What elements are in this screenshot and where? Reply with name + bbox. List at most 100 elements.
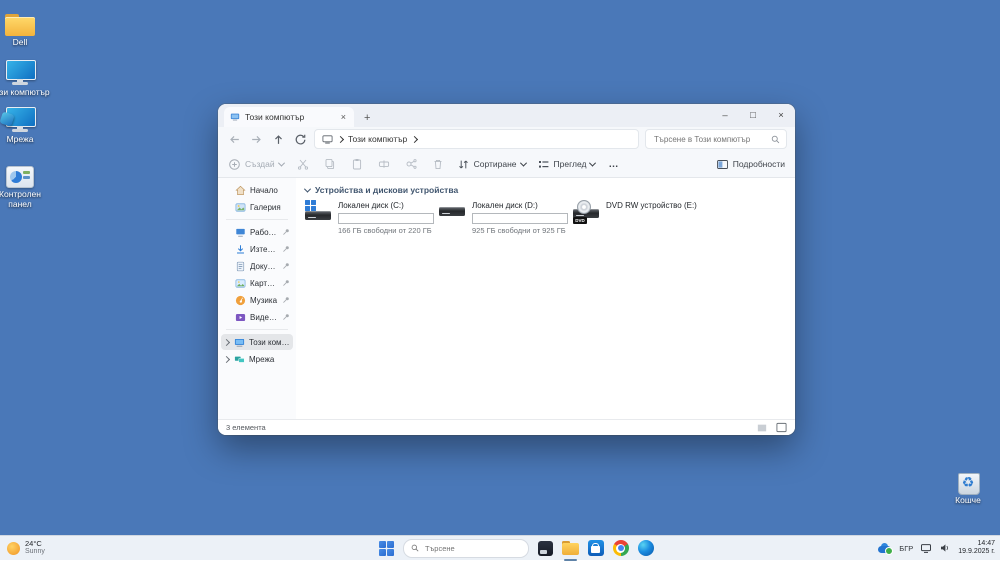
- network-tray-icon[interactable]: [920, 542, 932, 554]
- breadcrumb[interactable]: Този компютър: [314, 129, 639, 149]
- drive-name: Локален диск (D:): [472, 201, 567, 210]
- desktop-icon: [235, 227, 246, 238]
- sort-button-label: Сортиране: [474, 159, 517, 169]
- minimize-button[interactable]: –: [711, 104, 739, 127]
- document-icon: [235, 261, 246, 272]
- taskbar-app-dark-window[interactable]: [537, 540, 554, 557]
- expander-chevron-icon[interactable]: [223, 355, 230, 362]
- recycle-bin-icon: ♻: [955, 468, 981, 494]
- desktop-icon-recycle-bin[interactable]: ♻ Кошче: [936, 466, 1000, 506]
- close-button[interactable]: ×: [767, 104, 795, 127]
- details-label: Подробности: [733, 159, 785, 169]
- refresh-button[interactable]: [292, 131, 308, 147]
- computer-icon: [5, 60, 35, 86]
- back-button[interactable]: [226, 131, 242, 147]
- view-icon: [537, 158, 550, 171]
- rename-button[interactable]: [376, 156, 392, 172]
- desktop-icon-network[interactable]: Мрежа: [0, 105, 52, 145]
- desktop-icon-label: Кошче: [936, 496, 1000, 506]
- dvd-drive-icon: DVD: [573, 200, 600, 224]
- delete-button[interactable]: [430, 156, 446, 172]
- sidebar-item-label: Мрежа: [249, 355, 290, 364]
- store-icon: [588, 540, 604, 556]
- chevron-down-icon: [589, 159, 596, 166]
- start-button[interactable]: [378, 540, 395, 557]
- folder-icon: [5, 14, 35, 36]
- taskbar-file-explorer[interactable]: [562, 540, 579, 557]
- taskbar-search-input[interactable]: [423, 543, 521, 554]
- desktop-icon-this-pc[interactable]: Този компютър: [0, 58, 52, 98]
- sidebar-item-this-pc[interactable]: Този компютър: [221, 334, 293, 350]
- view-button[interactable]: Преглед: [537, 158, 596, 171]
- cut-button[interactable]: [295, 156, 311, 172]
- collapse-chevron-icon[interactable]: [304, 185, 311, 192]
- sidebar-item-label: Този компютър: [249, 338, 290, 347]
- more-options-button[interactable]: …: [608, 159, 619, 170]
- sidebar-item-gallery[interactable]: Галерия: [221, 199, 293, 215]
- explorer-tab[interactable]: Този компютър ×: [224, 107, 354, 127]
- drive-item-c[interactable]: Локален диск (C:) 166 ГБ свободни от 220…: [305, 200, 433, 235]
- sidebar-item-desktop[interactable]: Работен плот: [221, 224, 293, 240]
- onedrive-tray-icon[interactable]: [878, 543, 892, 554]
- sort-button[interactable]: Сортиране: [457, 158, 526, 171]
- capacity-bar: [472, 213, 568, 224]
- volume-tray-icon[interactable]: [939, 542, 951, 554]
- chevron-right-icon: [337, 135, 344, 142]
- pin-icon: [282, 296, 290, 304]
- taskbar-edge[interactable]: [637, 540, 654, 557]
- sidebar-item-pictures[interactable]: Картини: [221, 275, 293, 291]
- search-icon: [771, 135, 780, 144]
- expander-chevron-icon[interactable]: [223, 338, 230, 345]
- sidebar-item-network[interactable]: Мрежа: [221, 351, 293, 367]
- sidebar-item-videos[interactable]: Видеоклипове: [221, 309, 293, 325]
- details-pane-toggle[interactable]: Подробности: [716, 158, 785, 171]
- taskbar-search[interactable]: [403, 539, 529, 558]
- desktop-icon-dell[interactable]: Dell: [0, 8, 52, 48]
- new-button[interactable]: Създай: [228, 158, 284, 171]
- sidebar-item-documents[interactable]: Документи: [221, 258, 293, 274]
- desktop-icon-label: Този компютър: [0, 88, 52, 98]
- pictures-icon: [235, 278, 246, 289]
- share-button[interactable]: [403, 156, 419, 172]
- windows-logo-icon: [379, 541, 394, 556]
- sidebar-item-label: Работен плот: [250, 228, 278, 237]
- time-label: 14:47: [958, 540, 995, 548]
- desktop-icon-control-panel[interactable]: Контролен панел: [0, 160, 52, 210]
- drive-item-d[interactable]: Локален диск (D:) 925 ГБ свободни от 925…: [439, 200, 567, 235]
- sidebar-item-downloads[interactable]: Изтеглени файлове: [221, 241, 293, 257]
- system-drive-icon: [305, 200, 332, 224]
- clock[interactable]: 14:47 19.9.2025 г.: [958, 540, 995, 556]
- gallery-icon: [235, 202, 246, 213]
- weather-widget[interactable]: 24°C Sunny: [7, 536, 45, 560]
- taskbar-chrome[interactable]: [612, 540, 629, 557]
- search-input[interactable]: [652, 134, 767, 145]
- copy-button[interactable]: [322, 156, 338, 172]
- tab-close-button[interactable]: ×: [339, 112, 348, 122]
- date-label: 19.9.2025 г.: [958, 548, 995, 556]
- new-tab-button[interactable]: +: [364, 112, 370, 124]
- search-box[interactable]: [645, 129, 787, 149]
- thumbnail-view-toggle[interactable]: [776, 422, 787, 433]
- up-button[interactable]: [270, 131, 286, 147]
- details-view-toggle[interactable]: [757, 423, 767, 433]
- computer-icon: [322, 134, 333, 145]
- sidebar-item-label: Картини: [250, 279, 278, 288]
- drive-item-e[interactable]: DVD DVD RW устройство (E:): [573, 200, 701, 235]
- paste-button[interactable]: [349, 156, 365, 172]
- command-bar: Създай Сортиране Преглед … Подробности: [218, 151, 795, 178]
- breadcrumb-item[interactable]: Този компютър: [348, 134, 407, 144]
- computer-icon: [234, 337, 245, 348]
- maximize-button[interactable]: □: [739, 104, 767, 127]
- item-count: 3 елемента: [226, 423, 266, 432]
- sidebar-item-label: Документи: [250, 262, 278, 271]
- group-header[interactable]: Устройства и дискови устройства: [296, 178, 795, 200]
- forward-button[interactable]: [248, 131, 264, 147]
- input-language-indicator[interactable]: БГР: [899, 544, 913, 553]
- sidebar-item-home[interactable]: Начало: [221, 182, 293, 198]
- taskbar-store[interactable]: [587, 540, 604, 557]
- system-tray: БГР 14:47 19.9.2025 г.: [878, 536, 995, 560]
- sidebar-item-music[interactable]: Музика: [221, 292, 293, 308]
- sidebar-item-label: Изтеглени файлове: [250, 245, 278, 254]
- sidebar-item-label: Галерия: [250, 203, 290, 212]
- drive-name: DVD RW устройство (E:): [606, 201, 697, 210]
